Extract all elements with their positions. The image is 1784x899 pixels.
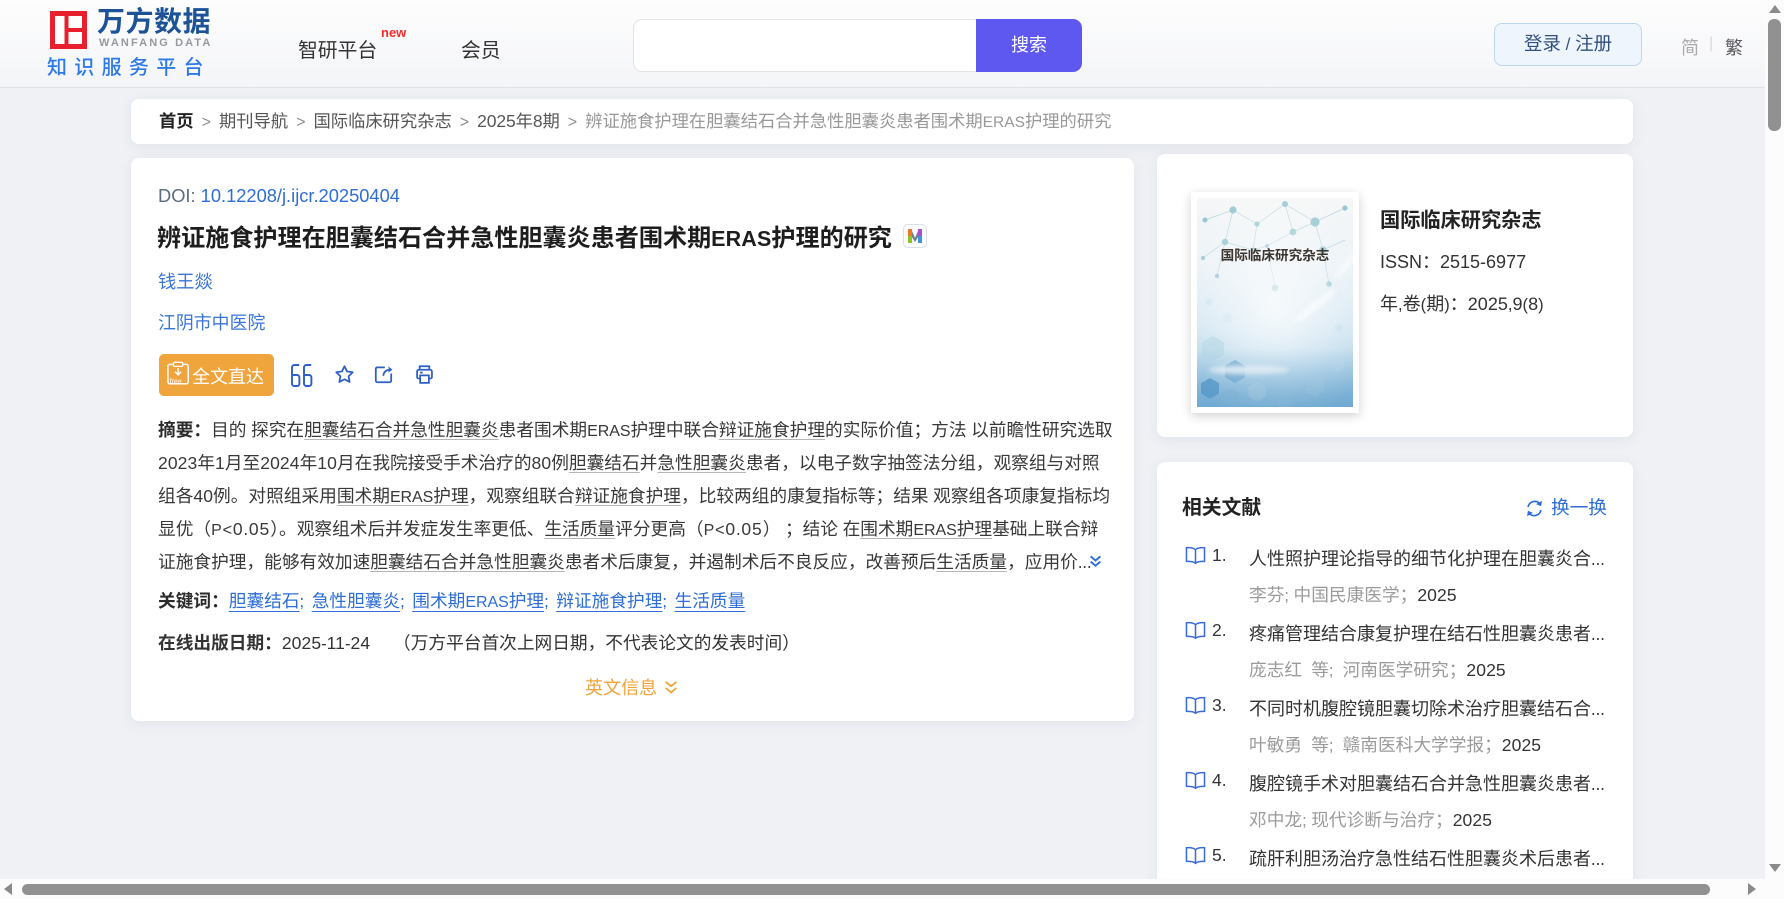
svg-text:free: free [170, 378, 182, 385]
svg-text:国际临床研究杂志: 国际临床研究杂志 [1221, 247, 1330, 263]
